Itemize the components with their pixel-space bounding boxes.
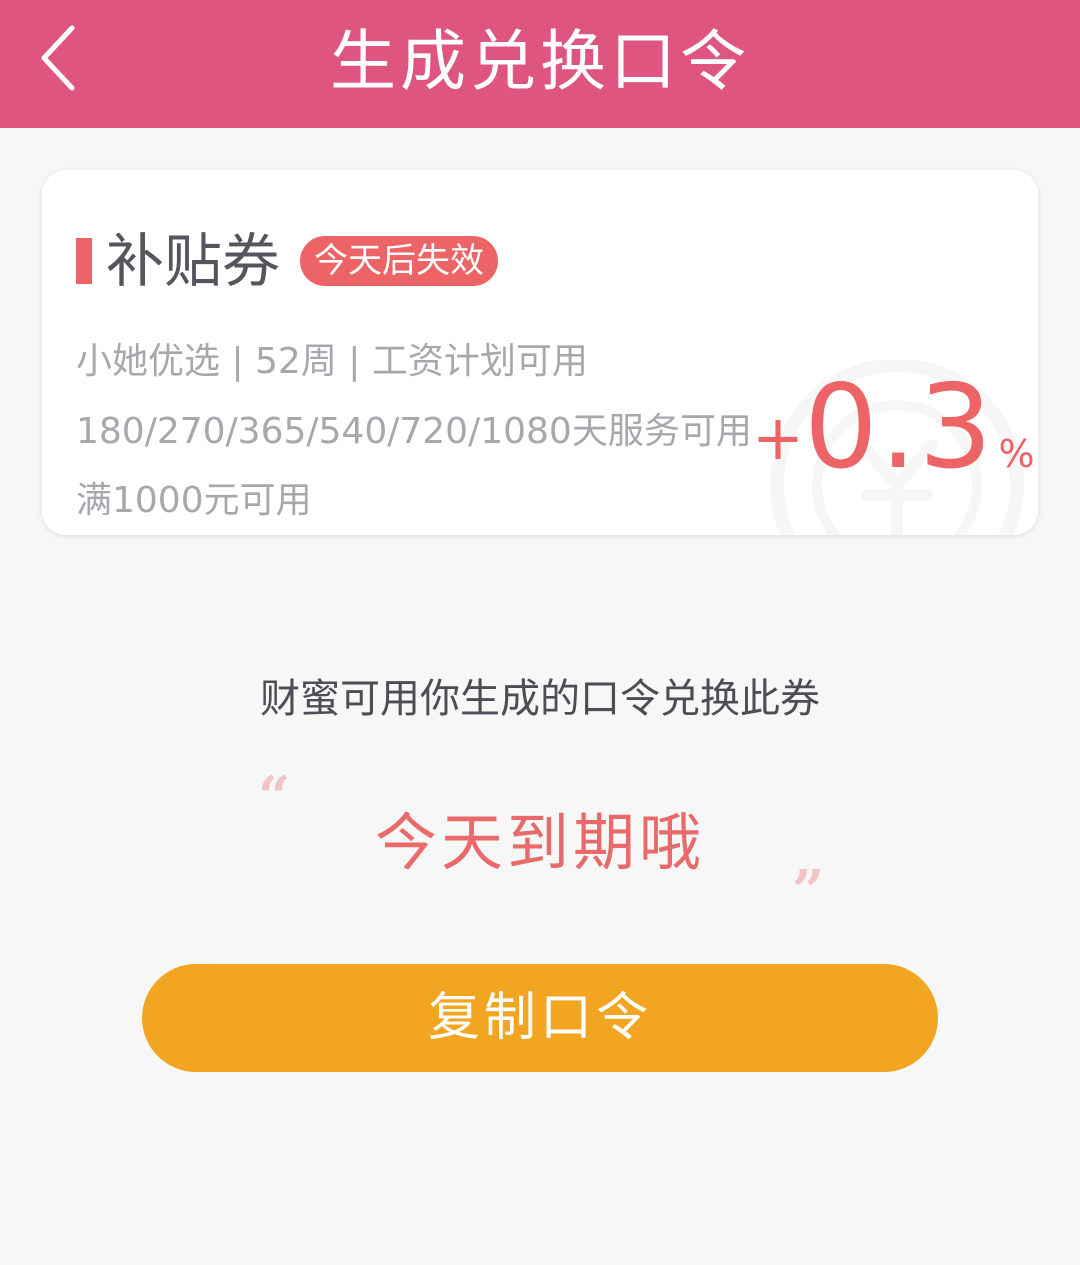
header-bar: 生成兑换口令 — [0, 0, 1080, 128]
rate-value: 0.3 — [803, 360, 995, 495]
coupon-service-terms: 180/270/365/540/720/1080天服务可用 — [76, 411, 752, 452]
redeem-hint: 财蜜可用你生成的口令兑换此券 — [260, 676, 820, 722]
redeem-code: 今天到期哦 — [374, 806, 705, 879]
coupon-scope: 小她优选 | 52周 | 工资计划可用 — [76, 341, 588, 382]
rate-unit: % — [998, 432, 1035, 476]
copy-code-button[interactable]: 复制口令 — [142, 964, 938, 1072]
close-quote-icon: ” — [792, 858, 825, 924]
rate-plus: + — [752, 401, 804, 474]
coupon-rate: +0.3% — [752, 370, 1035, 486]
title-accent-bar — [76, 238, 92, 284]
page-title: 生成兑换口令 — [330, 23, 750, 100]
coupon-card: 补贴券 今天后失效 小她优选 | 52周 | 工资计划可用 180/270/36… — [42, 170, 1038, 535]
expiry-badge: 今天后失效 — [300, 236, 498, 286]
coupon-title: 补贴券 — [106, 227, 281, 295]
coupon-min-amount: 满1000元可用 — [76, 480, 312, 521]
